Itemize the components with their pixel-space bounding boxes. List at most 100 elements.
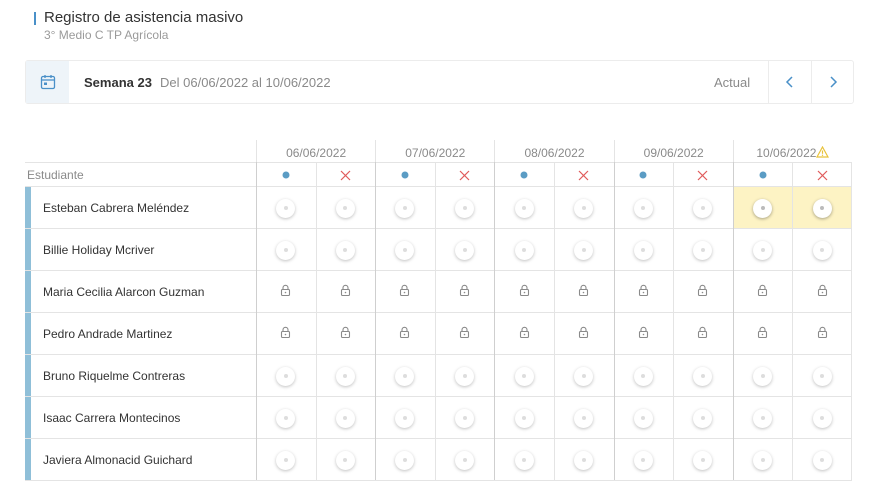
attendance-radio-cell[interactable] <box>316 439 376 481</box>
attendance-radio-cell[interactable] <box>614 229 674 271</box>
absent-x-icon[interactable] <box>316 163 376 187</box>
absent-x-icon[interactable] <box>673 163 733 187</box>
present-dot-icon[interactable] <box>733 163 793 187</box>
absent-x-icon[interactable] <box>792 163 852 187</box>
absent-radio-button[interactable] <box>335 408 355 428</box>
attendance-radio-cell[interactable] <box>614 355 674 397</box>
present-radio-button[interactable] <box>514 408 534 428</box>
present-dot-icon[interactable] <box>494 163 554 187</box>
present-dot-icon[interactable] <box>614 163 674 187</box>
attendance-radio-cell[interactable] <box>435 187 495 229</box>
attendance-radio-cell[interactable] <box>375 439 435 481</box>
present-radio-button[interactable] <box>395 450 415 470</box>
attendance-radio-cell[interactable] <box>673 229 733 271</box>
absent-radio-button[interactable] <box>455 198 475 218</box>
attendance-radio-cell[interactable] <box>316 229 376 271</box>
absent-radio-button[interactable] <box>455 450 475 470</box>
attendance-radio-cell[interactable] <box>792 187 852 229</box>
present-radio-button[interactable] <box>753 366 773 386</box>
present-radio-button[interactable] <box>276 450 296 470</box>
attendance-radio-cell[interactable] <box>554 187 614 229</box>
attendance-radio-cell[interactable] <box>375 355 435 397</box>
present-radio-button[interactable] <box>395 366 415 386</box>
absent-radio-button[interactable] <box>693 240 713 260</box>
absent-radio-button[interactable] <box>812 240 832 260</box>
present-radio-button[interactable] <box>276 240 296 260</box>
present-radio-button[interactable] <box>633 366 653 386</box>
attendance-radio-cell[interactable] <box>256 397 316 439</box>
attendance-radio-cell[interactable] <box>375 229 435 271</box>
attendance-radio-cell[interactable] <box>256 187 316 229</box>
attendance-radio-cell[interactable] <box>673 397 733 439</box>
attendance-radio-cell[interactable] <box>732 187 793 229</box>
absent-radio-button[interactable] <box>693 198 713 218</box>
absent-radio-button[interactable] <box>574 198 594 218</box>
absent-radio-button[interactable] <box>335 450 355 470</box>
attendance-radio-cell[interactable] <box>256 229 316 271</box>
present-radio-button[interactable] <box>753 240 773 260</box>
attendance-radio-cell[interactable] <box>614 397 674 439</box>
attendance-radio-cell[interactable] <box>435 355 495 397</box>
attendance-radio-cell[interactable] <box>316 187 376 229</box>
absent-radio-button[interactable] <box>812 198 832 218</box>
present-radio-button[interactable] <box>753 450 773 470</box>
current-week-button[interactable]: Actual <box>714 75 750 90</box>
absent-radio-button[interactable] <box>335 366 355 386</box>
present-radio-button[interactable] <box>276 408 296 428</box>
present-radio-button[interactable] <box>514 450 534 470</box>
attendance-radio-cell[interactable] <box>375 397 435 439</box>
absent-radio-button[interactable] <box>335 198 355 218</box>
attendance-radio-cell[interactable] <box>316 397 376 439</box>
absent-radio-button[interactable] <box>812 450 832 470</box>
attendance-radio-cell[interactable] <box>614 439 674 481</box>
attendance-radio-cell[interactable] <box>733 229 793 271</box>
present-radio-button[interactable] <box>395 198 415 218</box>
present-radio-button[interactable] <box>514 366 534 386</box>
attendance-radio-cell[interactable] <box>435 439 495 481</box>
present-radio-button[interactable] <box>753 198 773 218</box>
absent-radio-button[interactable] <box>574 450 594 470</box>
absent-radio-button[interactable] <box>574 366 594 386</box>
attendance-radio-cell[interactable] <box>554 355 614 397</box>
absent-radio-button[interactable] <box>455 240 475 260</box>
present-radio-button[interactable] <box>395 408 415 428</box>
attendance-radio-cell[interactable] <box>554 439 614 481</box>
attendance-radio-cell[interactable] <box>614 187 674 229</box>
attendance-radio-cell[interactable] <box>494 439 554 481</box>
present-radio-button[interactable] <box>633 450 653 470</box>
absent-radio-button[interactable] <box>693 366 713 386</box>
attendance-radio-cell[interactable] <box>256 355 316 397</box>
calendar-icon[interactable] <box>26 61 69 103</box>
attendance-radio-cell[interactable] <box>792 229 852 271</box>
attendance-radio-cell[interactable] <box>792 355 852 397</box>
next-week-button[interactable] <box>811 61 854 103</box>
present-radio-button[interactable] <box>753 408 773 428</box>
absent-radio-button[interactable] <box>574 408 594 428</box>
attendance-radio-cell[interactable] <box>435 229 495 271</box>
attendance-radio-cell[interactable] <box>494 229 554 271</box>
present-radio-button[interactable] <box>395 240 415 260</box>
present-radio-button[interactable] <box>276 366 296 386</box>
attendance-radio-cell[interactable] <box>673 439 733 481</box>
attendance-radio-cell[interactable] <box>792 439 852 481</box>
absent-radio-button[interactable] <box>455 408 475 428</box>
attendance-radio-cell[interactable] <box>673 355 733 397</box>
present-radio-button[interactable] <box>633 198 653 218</box>
absent-radio-button[interactable] <box>812 366 832 386</box>
attendance-radio-cell[interactable] <box>256 439 316 481</box>
present-dot-icon[interactable] <box>375 163 435 187</box>
attendance-radio-cell[interactable] <box>316 355 376 397</box>
prev-week-button[interactable] <box>768 61 811 103</box>
attendance-radio-cell[interactable] <box>733 397 793 439</box>
absent-radio-button[interactable] <box>574 240 594 260</box>
absent-radio-button[interactable] <box>812 408 832 428</box>
absent-radio-button[interactable] <box>455 366 475 386</box>
absent-radio-button[interactable] <box>693 408 713 428</box>
attendance-radio-cell[interactable] <box>435 397 495 439</box>
attendance-radio-cell[interactable] <box>554 229 614 271</box>
present-radio-button[interactable] <box>633 408 653 428</box>
present-radio-button[interactable] <box>633 240 653 260</box>
attendance-radio-cell[interactable] <box>494 397 554 439</box>
attendance-radio-cell[interactable] <box>494 187 554 229</box>
attendance-radio-cell[interactable] <box>792 397 852 439</box>
